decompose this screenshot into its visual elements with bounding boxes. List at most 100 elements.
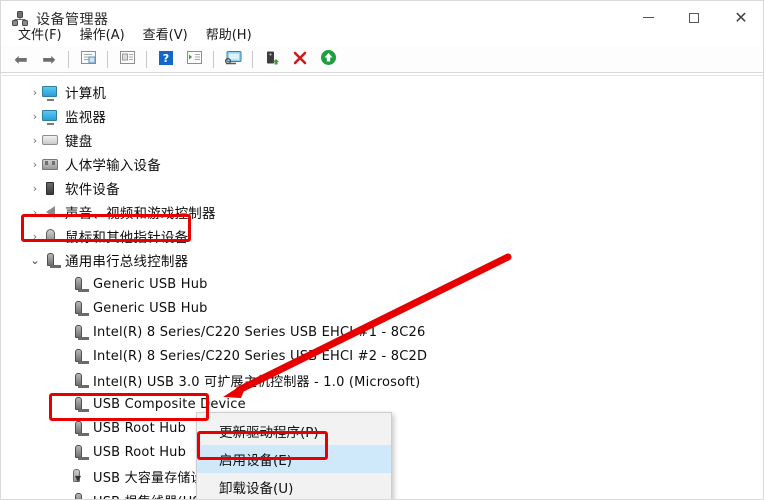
tree-row[interactable]: ⌄ 通用串行总线控制器 xyxy=(2,248,763,272)
help-button[interactable]: ? xyxy=(154,49,178,71)
chevron-right-icon[interactable]: › xyxy=(28,183,42,194)
tree-row-label: Generic USB Hub xyxy=(93,276,208,292)
toolbar: ⬅ ➡ ? xyxy=(1,46,763,73)
back-button[interactable]: ⬅ xyxy=(9,49,33,71)
keyboard-icon-shape xyxy=(42,135,58,145)
tree-row[interactable]: › 监视器 xyxy=(2,104,763,128)
toolbar-separator-4 xyxy=(213,51,214,68)
chevron-right-icon[interactable]: › xyxy=(28,159,42,170)
usb-icon xyxy=(70,300,89,316)
properties-icon xyxy=(119,50,136,69)
tree-row-label: USB 根集线器(USB xyxy=(93,491,210,500)
show-hidden-devices-icon xyxy=(80,50,97,69)
monitor-icon xyxy=(42,84,59,101)
chevron-right-icon[interactable]: › xyxy=(28,135,42,146)
tree-row-label: 计算机 xyxy=(65,86,107,102)
monitor-icon-shape xyxy=(42,110,57,125)
menu-file[interactable]: 文件(F) xyxy=(9,22,71,45)
chevron-right-icon[interactable]: › xyxy=(28,87,42,98)
tree-row[interactable]: › 软件设备 xyxy=(2,176,763,200)
toolbar-separator-3 xyxy=(146,51,147,68)
chevron-right-icon[interactable]: › xyxy=(28,111,42,122)
ctx-enable-device[interactable]: 启用设备(E) xyxy=(197,445,391,473)
usb-icon-shape xyxy=(75,373,89,388)
speaker-icon-shape xyxy=(46,206,55,218)
mouse-icon xyxy=(42,228,59,244)
usb-icon-shape xyxy=(75,445,89,460)
ctx-update-driver[interactable]: 更新驱动程序(P) xyxy=(197,417,391,445)
back-arrow-icon: ⬅ xyxy=(14,49,28,69)
chevron-down-icon[interactable]: ⌄ xyxy=(28,255,42,266)
update-icon xyxy=(320,49,337,70)
tree-row-label: 软件设备 xyxy=(65,182,120,198)
usb-icon-shape xyxy=(75,421,89,436)
monitor-icon xyxy=(42,108,59,125)
usb-icon xyxy=(70,276,89,292)
keyboard-icon xyxy=(42,132,59,148)
ctx-uninstall-device[interactable]: 卸载设备(U) xyxy=(197,473,391,499)
uninstall-device-icon xyxy=(292,50,308,70)
tree-row[interactable]: Intel(R) 8 Series/C220 Series USB EHCI #… xyxy=(2,344,763,368)
scan-hardware-button[interactable] xyxy=(221,49,245,71)
monitor-icon-shape xyxy=(42,86,57,101)
forward-button[interactable]: ➡ xyxy=(37,49,61,71)
tree-row-label: 通用串行总线控制器 xyxy=(65,254,189,270)
tree-row[interactable]: Generic USB Hub xyxy=(2,296,763,320)
device-manager-window: 设备管理器 ✕ 文件(F) 操作(A) 查看(V) 帮助(H) ⬅ ➡ ? › … xyxy=(0,0,764,500)
properties-button[interactable] xyxy=(115,49,139,71)
usb-icon xyxy=(70,444,89,460)
tree-row[interactable]: Intel(R) USB 3.0 可扩展主机控制器 - 1.0 (Microso… xyxy=(2,368,763,392)
pane-top-border xyxy=(2,75,763,76)
usb-disabled-icon xyxy=(70,468,87,484)
forward-arrow-icon: ➡ xyxy=(42,49,56,69)
update-button[interactable] xyxy=(316,49,340,71)
usb-icon-shape xyxy=(75,277,89,292)
usb-icon-shape xyxy=(47,253,61,268)
tree-row[interactable]: › 计算机 xyxy=(2,80,763,104)
toolbar-divider xyxy=(1,72,763,73)
usb-icon-shape xyxy=(75,325,89,340)
tree-row[interactable]: › 人体学输入设备 xyxy=(2,152,763,176)
tree-row-label: Intel(R) 8 Series/C220 Series USB EHCI #… xyxy=(93,324,426,340)
toolbar-separator-5 xyxy=(252,51,253,68)
software-device-icon xyxy=(42,180,59,196)
tree-row[interactable]: Intel(R) 8 Series/C220 Series USB EHCI #… xyxy=(2,320,763,344)
menu-bar: 文件(F) 操作(A) 查看(V) 帮助(H) xyxy=(1,21,763,45)
menu-action[interactable]: 操作(A) xyxy=(71,22,134,45)
enable-device-icon xyxy=(264,50,280,70)
usb-icon xyxy=(70,492,87,499)
chevron-right-icon[interactable]: › xyxy=(28,231,42,242)
update-driver-button[interactable] xyxy=(182,49,206,71)
tree-row-label: USB Root Hub xyxy=(93,420,187,436)
usb-icon xyxy=(70,420,89,436)
tree-row-label: 人体学输入设备 xyxy=(65,158,161,174)
tree-row-label: Intel(R) 8 Series/C220 Series USB EHCI #… xyxy=(93,348,428,364)
tree-row[interactable]: › 鼠标和其他指针设备 xyxy=(2,224,763,248)
menu-help[interactable]: 帮助(H) xyxy=(197,22,261,45)
usb-icon xyxy=(70,324,89,340)
help-icon: ? xyxy=(158,50,174,70)
enable-device-button[interactable] xyxy=(260,49,284,71)
hid-icon xyxy=(42,156,59,172)
chevron-right-icon[interactable]: › xyxy=(28,207,42,218)
tree-row[interactable]: › 声音、视频和游戏控制器 xyxy=(2,200,763,224)
tree-row[interactable]: › 键盘 xyxy=(2,128,763,152)
usb-icon-shape xyxy=(75,397,89,412)
hid-icon-shape xyxy=(42,159,58,170)
svg-text:?: ? xyxy=(163,52,169,65)
usb-icon xyxy=(70,372,89,388)
tree-row[interactable]: Generic USB Hub xyxy=(2,272,763,296)
minimize-icon xyxy=(642,16,654,18)
tree-row-label: 鼠标和其他指针设备 xyxy=(65,230,189,246)
tree-row-label: 键盘 xyxy=(65,134,93,150)
usb-icon-shape xyxy=(75,349,89,364)
mouse-icon-shape xyxy=(46,229,55,242)
context-menu[interactable]: 更新驱动程序(P)启用设备(E)卸载设备(U)扫描检测硬件改动(A) xyxy=(196,412,392,499)
scan-hardware-icon xyxy=(224,50,243,70)
tree-row-label: 声音、视频和游戏控制器 xyxy=(65,206,216,222)
usb-icon xyxy=(70,396,89,412)
uninstall-device-button[interactable] xyxy=(288,49,312,71)
show-hidden-devices-button[interactable] xyxy=(76,49,100,71)
speaker-icon xyxy=(42,204,59,220)
menu-view[interactable]: 查看(V) xyxy=(134,22,197,45)
